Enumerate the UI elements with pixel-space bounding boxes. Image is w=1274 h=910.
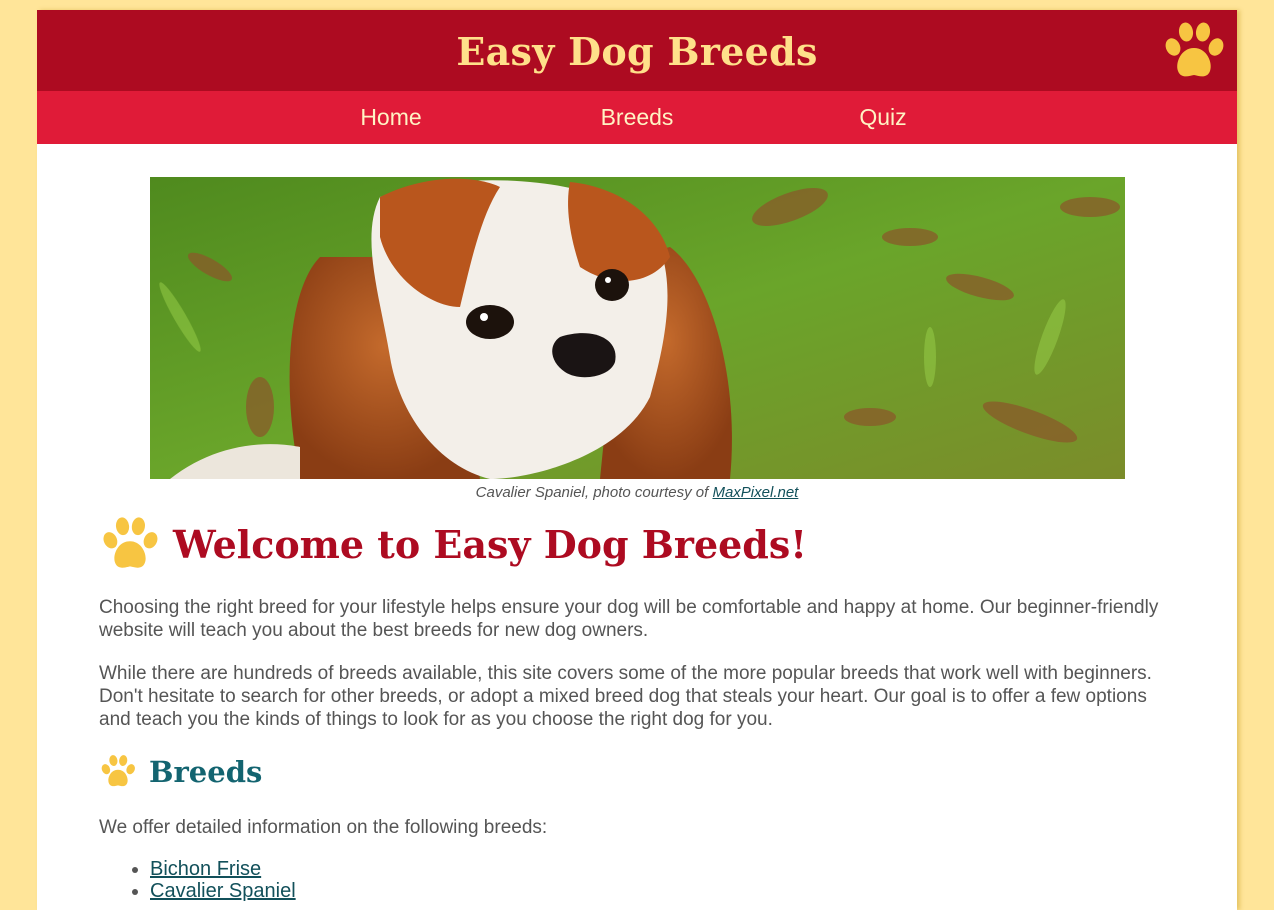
nav-home[interactable]: Home: [360, 91, 421, 144]
site-title: Easy Dog Breeds: [456, 29, 818, 74]
paw-icon: [103, 517, 158, 568]
welcome-heading: Welcome to Easy Dog Breeds!: [173, 521, 807, 567]
nav-breeds[interactable]: Breeds: [601, 91, 674, 144]
page-container: Easy Dog Breeds Home Breeds Quiz Cavalie…: [37, 10, 1237, 910]
breed-link-bichon-frise[interactable]: Bichon Frise: [150, 858, 261, 880]
site-header: Easy Dog Breeds: [37, 10, 1237, 91]
breeds-section-heading: Breeds: [99, 754, 262, 789]
cavalier-spaniel-photo: [150, 177, 1125, 479]
breeds-list: Bichon Frise Cavalier Spaniel: [99, 858, 296, 902]
intro-paragraph-1: Choosing the right breed for your lifest…: [99, 597, 1159, 641]
paw-icon: [101, 755, 135, 787]
paw-icon: [1165, 22, 1224, 77]
welcome-section: Welcome to Easy Dog Breeds!: [99, 516, 807, 572]
hero-caption: Cavalier Spaniel, photo courtesy of MaxP…: [37, 484, 1237, 501]
list-item: Cavalier Spaniel: [150, 880, 296, 902]
caption-link[interactable]: MaxPixel.net: [712, 484, 798, 501]
caption-text: Cavalier Spaniel, photo courtesy of: [475, 484, 713, 501]
breed-link-cavalier-spaniel[interactable]: Cavalier Spaniel: [150, 880, 296, 902]
list-item: Bichon Frise: [150, 858, 296, 880]
breeds-heading: Breeds: [149, 754, 263, 789]
nav-quiz[interactable]: Quiz: [859, 91, 906, 144]
intro-paragraph-2: While there are hundreds of breeds avail…: [99, 663, 1152, 730]
breeds-intro: We offer detailed information on the fol…: [99, 817, 548, 838]
main-nav: Home Breeds Quiz: [37, 91, 1237, 144]
hero-image: [150, 177, 1125, 479]
